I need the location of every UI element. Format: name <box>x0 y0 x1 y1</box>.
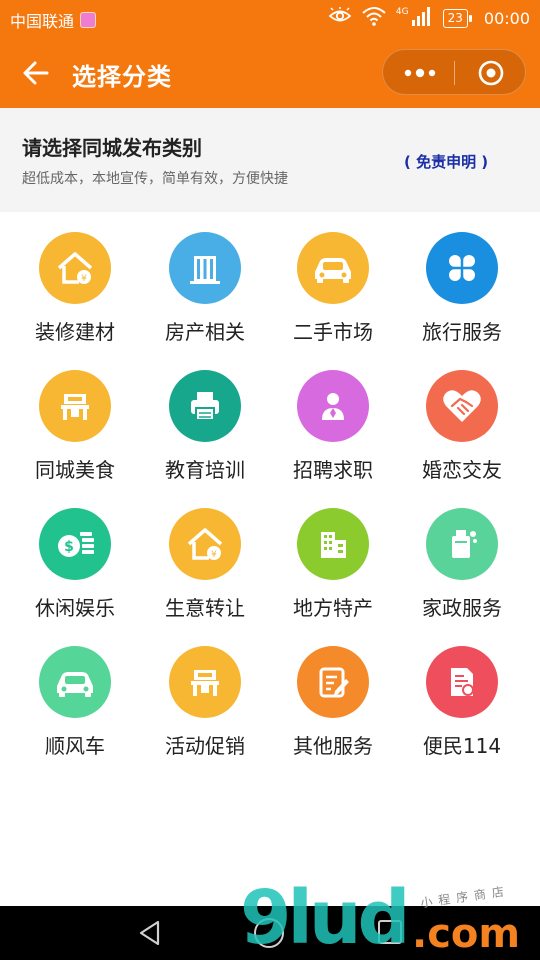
printer-icon <box>169 370 241 442</box>
eye-icon <box>328 7 352 29</box>
category-label: 地方特产 <box>293 596 373 620</box>
network-type: 4G <box>395 7 409 17</box>
category-label: 同城美食 <box>35 458 115 482</box>
category-item[interactable]: 教育培训 <box>145 350 265 482</box>
more-button[interactable] <box>395 58 445 88</box>
more-dots-icon <box>404 68 436 78</box>
system-nav-bar <box>0 906 540 960</box>
status-bar: 中国联通 4G 23 00:00 <box>0 0 540 38</box>
category-label: 婚恋交友 <box>422 458 502 482</box>
house-coin-icon: ¥ <box>169 508 241 580</box>
person-icon <box>297 370 369 442</box>
category-item[interactable]: 顺风车 <box>15 626 135 758</box>
category-item[interactable]: ¥ 装修建材 <box>15 212 135 344</box>
svg-text:¥: ¥ <box>81 274 87 284</box>
svg-text:$: $ <box>64 539 74 555</box>
status-right: 4G 23 00:00 <box>328 6 530 30</box>
nav-bar: 选择分类 <box>0 38 540 108</box>
category-item[interactable]: 活动促销 <box>145 626 265 758</box>
category-item[interactable]: $ 休闲娱乐 <box>15 488 135 620</box>
nav-recent-icon[interactable] <box>378 920 402 944</box>
category-label: 家政服务 <box>422 596 502 620</box>
category-label: 二手市场 <box>293 320 373 344</box>
category-label: 教育培训 <box>165 458 245 482</box>
clock: 00:00 <box>483 8 530 28</box>
category-label: 顺风车 <box>45 734 105 758</box>
status-left: 中国联通 <box>10 8 97 32</box>
category-label: 活动促销 <box>165 734 245 758</box>
page-title: 选择分类 <box>72 63 172 91</box>
carrier-name: 中国联通 <box>10 12 75 31</box>
category-label: 房产相关 <box>165 320 245 344</box>
battery-indicator: 23 <box>442 8 473 28</box>
heart-handshake-icon <box>426 370 498 442</box>
category-label: 装修建材 <box>35 320 115 344</box>
capsule-divider <box>454 61 455 85</box>
header-title: 请选择同城发布类别 <box>22 136 202 160</box>
nav-home-icon[interactable] <box>254 918 284 948</box>
sim-icon <box>80 12 97 28</box>
category-label: 旅行服务 <box>422 320 502 344</box>
category-item[interactable]: 其他服务 <box>273 626 393 758</box>
category-header: 请选择同城发布类别 超低成本，本地宣传，简单有效，方便快捷 ( 免责申明 ) <box>0 108 540 212</box>
category-label: 招聘求职 <box>293 458 373 482</box>
category-item[interactable]: 便民114 <box>402 626 522 758</box>
cleaning-icon <box>426 508 498 580</box>
money-icon: $ <box>39 508 111 580</box>
car-icon <box>297 232 369 304</box>
category-item[interactable]: 招聘求职 <box>273 350 393 482</box>
table-icon <box>169 646 241 718</box>
back-arrow-icon <box>23 61 49 85</box>
car-icon <box>39 646 111 718</box>
category-item[interactable]: ¥ 生意转让 <box>145 488 265 620</box>
category-label: 其他服务 <box>293 734 373 758</box>
target-icon <box>478 60 504 86</box>
category-item[interactable]: 房产相关 <box>145 212 265 344</box>
category-item[interactable]: 婚恋交友 <box>402 350 522 482</box>
table-icon <box>39 370 111 442</box>
category-item[interactable]: 旅行服务 <box>402 212 522 344</box>
wifi-icon <box>362 6 386 30</box>
nav-back-icon[interactable] <box>136 919 164 947</box>
category-item[interactable]: 家政服务 <box>402 488 522 620</box>
close-miniprogram-button[interactable] <box>471 58 511 88</box>
miniprogram-capsule <box>382 49 526 95</box>
clover-icon <box>426 232 498 304</box>
certificate-icon <box>426 646 498 718</box>
edit-icon <box>297 646 369 718</box>
category-item[interactable]: 同城美食 <box>15 350 135 482</box>
factory-icon <box>297 508 369 580</box>
category-label: 生意转让 <box>165 596 245 620</box>
building-icon <box>169 232 241 304</box>
category-label: 便民114 <box>422 734 502 758</box>
category-label: 休闲娱乐 <box>35 596 115 620</box>
header-subtitle: 超低成本，本地宣传，简单有效，方便快捷 <box>22 171 288 187</box>
category-item[interactable]: 地方特产 <box>273 488 393 620</box>
disclaimer-link[interactable]: ( 免责申明 ) <box>404 151 488 172</box>
category-item[interactable]: 二手市场 <box>273 212 393 344</box>
house-coin-icon: ¥ <box>39 232 111 304</box>
back-button[interactable] <box>18 55 54 91</box>
signal-icon <box>411 6 433 30</box>
svg-text:¥: ¥ <box>211 550 217 560</box>
